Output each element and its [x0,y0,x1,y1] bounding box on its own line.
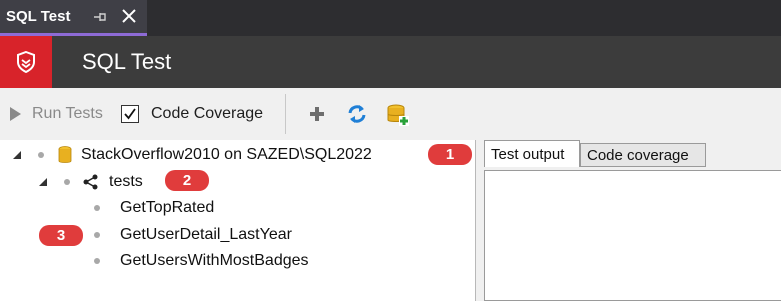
database-icon [58,146,72,163]
tree-node-schema[interactable]: tests [38,169,143,195]
tree-node-database[interactable]: StackOverflow2010 on SAZED\SQL2022 [12,142,372,168]
status-dot-icon [94,232,100,238]
test-tree: StackOverflow2010 on SAZED\SQL2022 1 tes… [0,140,476,301]
collapse-arrow-icon[interactable] [12,150,22,160]
document-tab-title: SQL Test [6,8,71,25]
run-tests-label: Run Tests [32,105,103,122]
checkmark-icon [124,108,136,120]
document-tab[interactable]: SQL Test [0,0,147,36]
close-icon[interactable] [121,8,137,24]
tree-node-test[interactable]: GetTopRated [94,195,214,221]
test-label: GetTopRated [120,199,215,216]
code-coverage-label: Code Coverage [151,105,264,122]
toolbar: Run Tests Code Coverage [0,88,781,141]
tab-label: Code coverage [587,146,689,164]
status-dot-icon [94,205,100,211]
tab-code-coverage[interactable]: Code coverage [580,143,706,167]
header-title: SQL Test [82,49,172,74]
code-coverage-toggle[interactable]: Code Coverage [121,102,263,126]
share-icon [83,174,98,190]
status-dot-icon [64,179,70,185]
tab-label: Test output [491,145,565,163]
tree-node-test[interactable]: GetUsersWithMostBadges [94,248,309,274]
status-dot-icon [94,258,100,264]
schema-label: tests [109,173,143,190]
results-panel: Test output Code coverage [476,140,781,301]
tab-test-output[interactable]: Test output [484,140,580,167]
pin-icon[interactable] [91,9,107,25]
logo-icon [0,36,52,88]
status-dot-icon [38,152,44,158]
callout-badge: 2 [165,170,209,191]
toolbar-separator [285,94,286,134]
app-header: SQL Test [0,36,781,88]
tree-node-test[interactable]: GetUserDetail_LastYear [94,222,292,248]
add-icon[interactable] [306,103,328,125]
test-label: GetUserDetail_LastYear [120,226,292,243]
document-tab-strip: SQL Test [0,0,781,36]
callout-badge: 1 [428,144,472,165]
test-label: GetUsersWithMostBadges [120,252,309,269]
refresh-icon[interactable] [346,103,368,125]
collapse-arrow-icon[interactable] [38,177,48,187]
database-label: StackOverflow2010 on SAZED\SQL2022 [81,146,372,163]
add-database-icon[interactable] [386,103,409,126]
callout-badge: 3 [39,225,83,246]
test-output-area[interactable] [484,170,781,301]
run-tests-button[interactable]: Run Tests [8,102,103,126]
play-icon [10,107,21,121]
code-coverage-checkbox[interactable] [121,105,139,123]
